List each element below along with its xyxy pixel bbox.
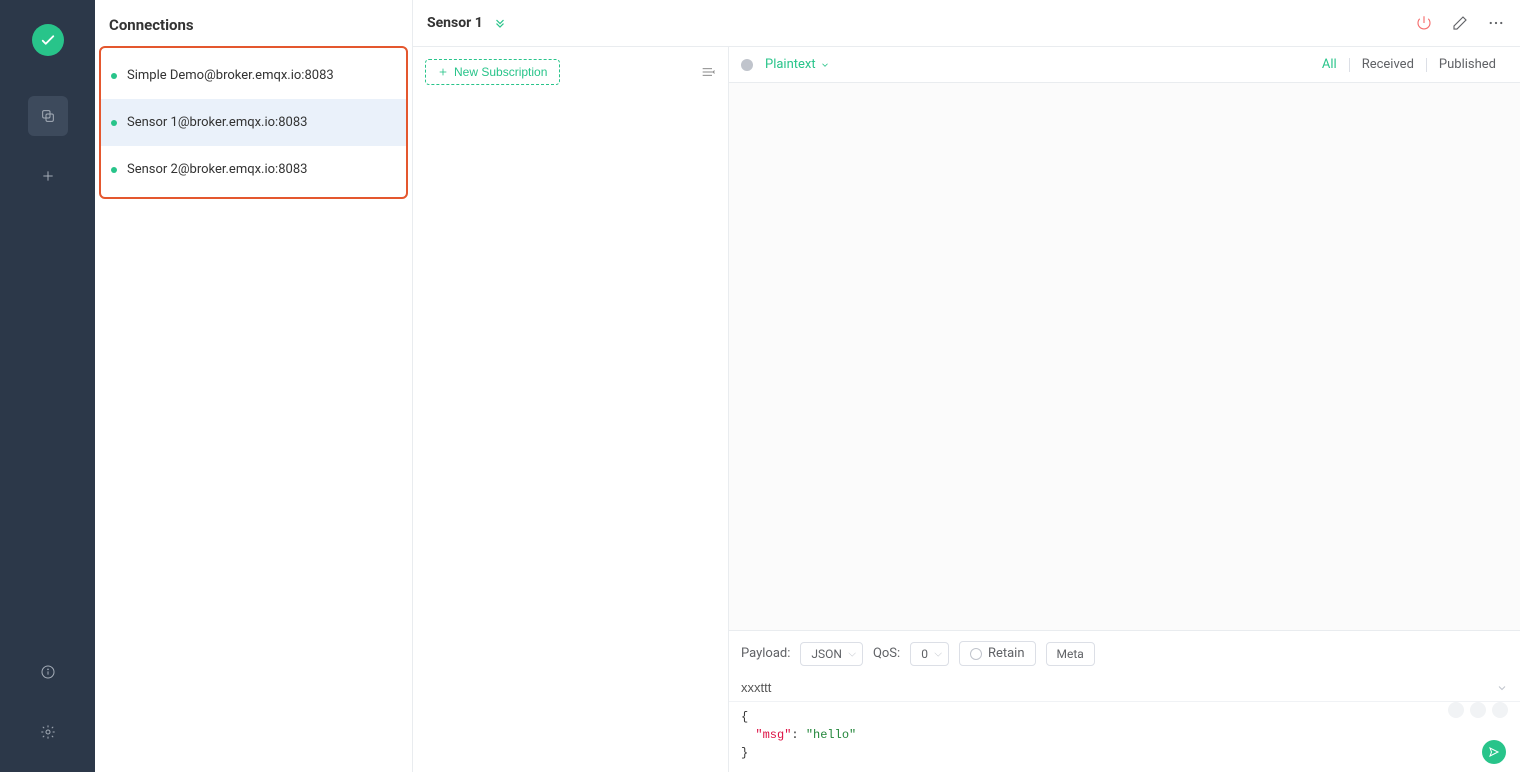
topic-input[interactable] xyxy=(741,680,1496,695)
filter-published-tab[interactable]: Published xyxy=(1427,57,1508,72)
main-panel: Sensor 1 New Subscription xyxy=(413,0,1520,772)
send-icon xyxy=(1488,746,1500,758)
topbar: Sensor 1 xyxy=(413,0,1520,47)
connection-item[interactable]: Simple Demo@broker.emqx.io:8083 xyxy=(101,52,406,99)
messages-header: Plaintext All Received Published xyxy=(729,47,1520,83)
nav-connections[interactable] xyxy=(28,96,68,136)
more-horizontal-icon xyxy=(1487,14,1505,32)
nav-settings[interactable] xyxy=(28,712,68,752)
action-button-3[interactable] xyxy=(1492,702,1508,718)
qos-select[interactable]: 0 ⌵ xyxy=(910,642,949,666)
payload-format-select[interactable]: JSON ⌵ xyxy=(800,642,863,666)
message-filter-tabs: All Received Published xyxy=(1310,57,1508,72)
messages-panel: Plaintext All Received Published Payload… xyxy=(729,47,1520,772)
expand-connection-button[interactable] xyxy=(493,16,507,30)
connection-item[interactable]: Sensor 1@broker.emqx.io:8083 xyxy=(101,99,406,146)
publish-controls: Payload: JSON ⌵ QoS: 0 ⌵ Retain Meta xyxy=(729,631,1520,676)
format-select[interactable]: Plaintext xyxy=(765,57,830,72)
more-button[interactable] xyxy=(1486,13,1506,33)
new-subscription-label: New Subscription xyxy=(454,65,547,79)
action-button-2[interactable] xyxy=(1470,702,1486,718)
connections-title: Connections xyxy=(95,0,412,46)
collapse-subscriptions-button[interactable] xyxy=(700,64,716,80)
qos-label: QoS: xyxy=(873,646,900,661)
connection-label: Sensor 2@broker.emqx.io:8083 xyxy=(127,162,307,177)
publish-footer: Payload: JSON ⌵ QoS: 0 ⌵ Retain Meta xyxy=(729,630,1520,772)
payload-editor[interactable]: { "msg": "hello" } xyxy=(729,702,1520,772)
status-dot-icon xyxy=(111,120,117,126)
status-dot-icon xyxy=(111,73,117,79)
connection-label: Simple Demo@broker.emqx.io:8083 xyxy=(127,68,334,83)
new-subscription-button[interactable]: New Subscription xyxy=(425,59,560,85)
send-button[interactable] xyxy=(1482,740,1506,764)
connection-title: Sensor 1 xyxy=(427,15,483,31)
connection-indicator-icon xyxy=(741,59,753,71)
send-action-cluster xyxy=(1448,702,1508,718)
copy-icon xyxy=(40,108,56,124)
logo-icon xyxy=(39,31,57,49)
nav-info[interactable] xyxy=(28,652,68,692)
nav-new[interactable] xyxy=(28,156,68,196)
plus-icon xyxy=(438,67,448,77)
gear-icon xyxy=(40,724,56,740)
topic-row xyxy=(729,676,1520,702)
info-icon xyxy=(40,664,56,680)
chevron-down-icon: ⌵ xyxy=(934,648,942,659)
format-select-value: Plaintext xyxy=(765,57,816,72)
messages-body[interactable] xyxy=(729,83,1520,630)
disconnect-button[interactable] xyxy=(1414,13,1434,33)
status-dot-icon xyxy=(111,167,117,173)
nav-rail xyxy=(0,0,95,772)
payload-format-value: JSON xyxy=(811,647,842,661)
edit-icon xyxy=(1451,14,1469,32)
retain-toggle[interactable]: Retain xyxy=(959,641,1036,666)
chevron-down-icon xyxy=(820,60,830,70)
payload-label: Payload: xyxy=(741,646,790,661)
chevron-down-icon xyxy=(1496,682,1508,694)
connection-item[interactable]: Sensor 2@broker.emqx.io:8083 xyxy=(101,146,406,193)
edit-button[interactable] xyxy=(1450,13,1470,33)
payload-code: { "msg": "hello" } xyxy=(741,708,1508,762)
qos-value: 0 xyxy=(921,647,928,661)
connections-panel: Connections Simple Demo@broker.emqx.io:8… xyxy=(95,0,413,772)
retain-label: Retain xyxy=(988,646,1025,661)
radio-icon xyxy=(970,648,982,660)
chevron-double-down-icon xyxy=(493,16,507,30)
subscriptions-panel: New Subscription xyxy=(413,47,729,772)
collapse-icon xyxy=(700,64,716,80)
filter-all-tab[interactable]: All xyxy=(1310,57,1349,72)
filter-received-tab[interactable]: Received xyxy=(1350,57,1426,72)
action-button-1[interactable] xyxy=(1448,702,1464,718)
meta-button[interactable]: Meta xyxy=(1046,642,1095,666)
power-icon xyxy=(1415,14,1433,32)
app-logo xyxy=(32,24,64,56)
connection-label: Sensor 1@broker.emqx.io:8083 xyxy=(127,115,307,130)
connections-list: Simple Demo@broker.emqx.io:8083 Sensor 1… xyxy=(99,46,408,199)
chevron-down-icon: ⌵ xyxy=(848,648,856,659)
plus-icon xyxy=(40,168,56,184)
topbar-actions xyxy=(1414,13,1506,33)
topic-history-button[interactable] xyxy=(1496,682,1508,694)
